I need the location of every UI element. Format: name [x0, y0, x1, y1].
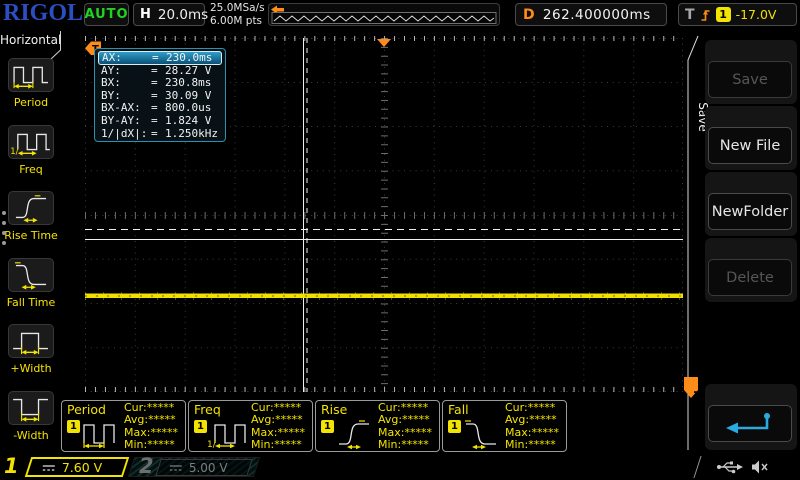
rise-time-icon — [8, 191, 54, 225]
ch1-status[interactable]: 7.60 V — [25, 457, 129, 477]
cursor-row-bx: BX:=230.8ms — [98, 77, 222, 90]
timebase-value: 20.0ms — [158, 7, 208, 23]
freq-icon: 1/ — [8, 125, 54, 159]
right-menu: Save Save New File NewFolder Delete — [695, 30, 800, 455]
dc-coupling-icon — [169, 463, 183, 473]
ch2-status[interactable]: 5.00 V — [155, 459, 253, 476]
rising-edge-icon — [700, 7, 711, 22]
page-dot — [2, 221, 6, 225]
horizontal-timebase-box[interactable]: H 20.0ms — [133, 3, 205, 26]
trigger-position-icon — [377, 39, 391, 47]
freq-icon: 1/ — [206, 417, 248, 451]
page-dot — [2, 241, 6, 245]
delay-value: 262.400000ms — [535, 7, 659, 23]
status-divider — [693, 456, 701, 478]
menu-slot: Delete — [705, 238, 797, 302]
trigger-source-badge: 1 — [716, 7, 731, 22]
dc-coupling-icon — [42, 462, 56, 472]
speaker-muted-icon — [750, 460, 770, 474]
svg-text:1/: 1/ — [10, 146, 18, 156]
fall-time-icon — [8, 258, 54, 292]
trigger-level-value: -17.0V — [736, 7, 777, 22]
save-button[interactable]: Save — [708, 61, 792, 98]
menu-slot: New File — [705, 106, 797, 170]
trigger-box[interactable]: T 1 -17.0V — [678, 3, 797, 26]
rigol-logo: RIGOL — [3, 0, 83, 27]
sample-rate: 25.0MSa/s — [210, 2, 265, 15]
waveform-preview-graphic — [269, 4, 499, 25]
return-arrow-icon — [718, 410, 782, 438]
plus-width-icon — [8, 324, 54, 358]
minus-width-icon — [8, 391, 54, 425]
trigger-label: T — [685, 7, 695, 23]
cursor-readout-panel: AX:=230.0ms AY:=28.27 V BX:=230.8ms BY:=… — [94, 48, 226, 142]
ch1-trace — [85, 294, 683, 299]
delete-button[interactable]: Delete — [708, 259, 792, 296]
page-dot — [2, 211, 6, 215]
period-icon — [79, 417, 121, 451]
ch1-scale: 7.60 V — [62, 460, 102, 475]
delay-label: D — [523, 7, 535, 23]
run-status-badge: AUTO — [84, 3, 129, 26]
ch2-scale: 5.00 V — [189, 461, 228, 475]
ch1-number[interactable]: 1 — [4, 454, 19, 478]
channel-bar: 1 7.60 V 2 5.00 V — [0, 455, 800, 480]
fall-time-icon — [460, 417, 502, 451]
acquisition-info: 25.0MSa/s 6.00M pts — [210, 2, 265, 27]
oscilloscope-screen: T T RIGOL AUTO H 20.0ms 25.0MSa/s 6.00M … — [0, 0, 800, 480]
delay-box[interactable]: D 262.400000ms — [515, 3, 667, 26]
period-icon — [8, 58, 54, 92]
menu-slot: Save — [705, 40, 797, 104]
measurement-freq[interactable]: Freq 1 1/ Cur:*****Avg:***** Max:*****Mi… — [188, 400, 313, 452]
measurement-rise[interactable]: Rise 1 Cur:*****Avg:***** Max:*****Min:*… — [315, 400, 440, 452]
measurement-period[interactable]: Period 1 Cur:*****Avg:***** Max:*****Min… — [61, 400, 186, 452]
rise-time-icon — [333, 417, 375, 451]
usb-icon — [716, 459, 744, 475]
new-folder-button[interactable]: NewFolder — [708, 193, 792, 230]
waveform-preview[interactable] — [268, 3, 500, 26]
menu-slot — [705, 384, 797, 450]
menu-slot: NewFolder — [705, 172, 797, 236]
svg-text:1/: 1/ — [207, 440, 217, 450]
memory-depth: 6.00M pts — [210, 15, 265, 28]
cursor-row-ax: AX:=230.0ms — [98, 51, 222, 65]
horizontal-label: H — [140, 7, 151, 22]
new-file-button[interactable]: New File — [708, 127, 792, 164]
measurement-fall[interactable]: Fall 1 Cur:*****Avg:***** Max:*****Min:*… — [442, 400, 567, 452]
left-menu: Horizontal Period 1/ Freq — [0, 30, 62, 455]
left-menu-title: Horizontal — [0, 33, 60, 47]
back-button[interactable] — [708, 405, 792, 442]
page-dot — [2, 231, 6, 235]
ch2-number[interactable]: 2 — [139, 454, 154, 478]
cursor-row-byay: BY-AY:=1.824 V — [98, 115, 222, 128]
cursor-row-freq: 1/|dX|:=1.250kHz — [98, 128, 222, 141]
